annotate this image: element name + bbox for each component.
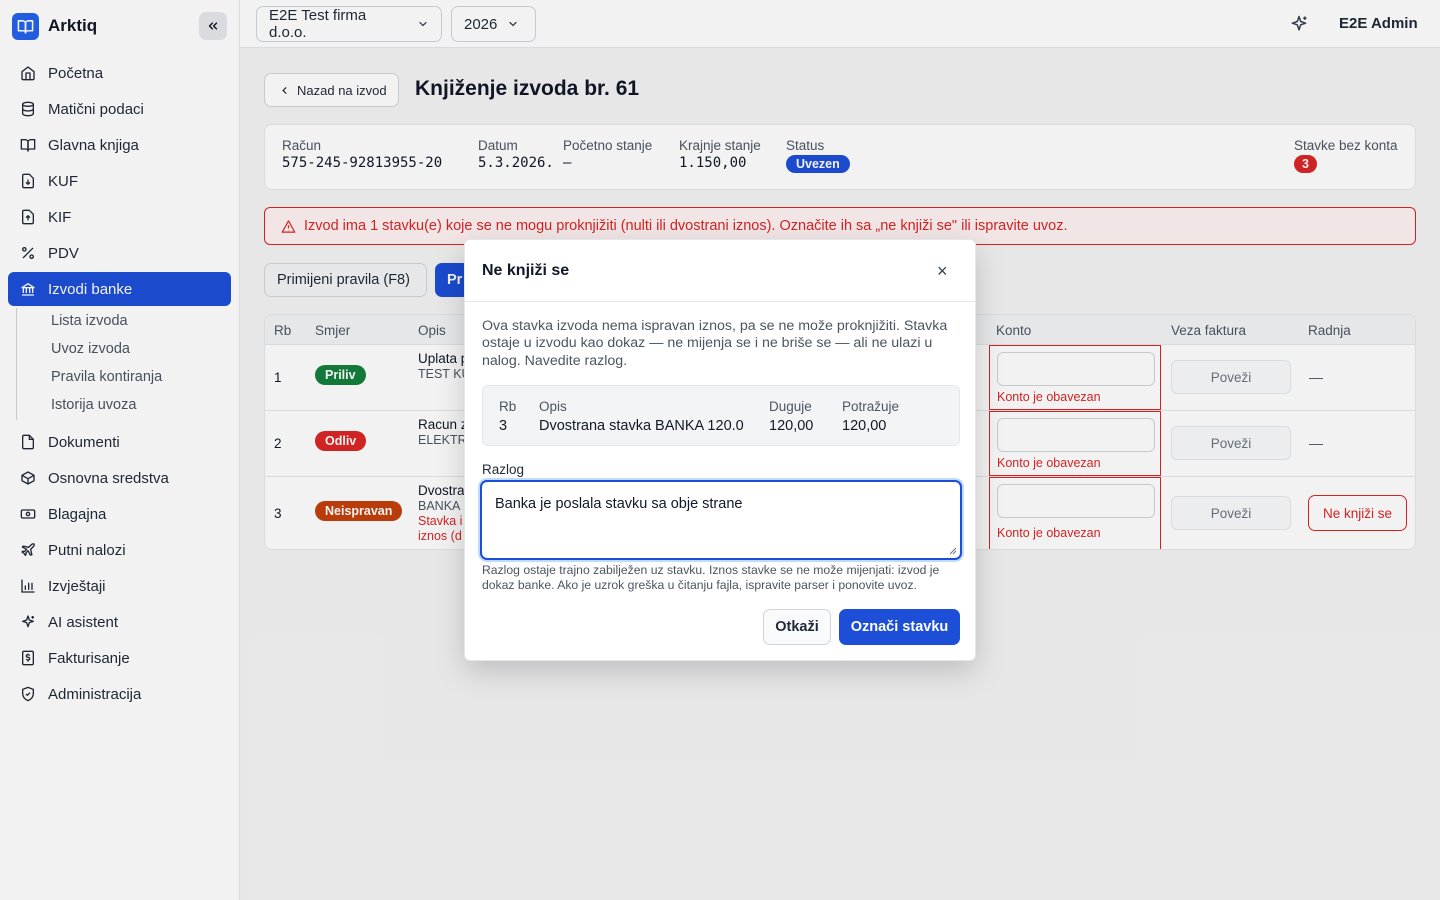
resize-grip-icon[interactable] xyxy=(949,547,957,555)
close-icon[interactable]: × xyxy=(937,262,948,280)
modal-description: Ova stavka izvoda nema ispravan iznos, p… xyxy=(482,318,948,369)
detail-opis-value: Dvostrana stavka BANKA 120.0 xyxy=(539,418,744,434)
modal-title: Ne knjiži se xyxy=(482,262,570,279)
detail-duguje-value: 120,00 xyxy=(769,418,814,434)
reason-text: Banka je poslala stavku sa obje strane xyxy=(495,496,743,512)
ne-knjizi-se-dialog: Ne knjiži se × Ova stavka izvoda nema is… xyxy=(464,239,976,661)
reason-help-text: Razlog ostaje trajno zabilježen uz stavk… xyxy=(482,563,940,592)
detail-potrazuje-value: 120,00 xyxy=(842,418,887,434)
detail-potrazuje-label: Potražuje xyxy=(842,399,900,414)
mark-item-button[interactable]: Označi stavku xyxy=(839,609,960,645)
cancel-button[interactable]: Otkaži xyxy=(763,609,831,645)
reason-textarea[interactable]: Banka je poslala stavku sa obje strane xyxy=(480,480,962,560)
modal-divider xyxy=(465,301,975,302)
detail-rb-value: 3 xyxy=(499,418,508,434)
detail-opis-label: Opis xyxy=(539,399,567,414)
detail-duguje-label: Duguje xyxy=(769,399,812,414)
item-detail-box: Rb 3 Opis Dvostrana stavka BANKA 120.0 D… xyxy=(482,385,960,446)
detail-rb-label: Rb xyxy=(499,399,517,414)
reason-label: Razlog xyxy=(482,462,525,477)
